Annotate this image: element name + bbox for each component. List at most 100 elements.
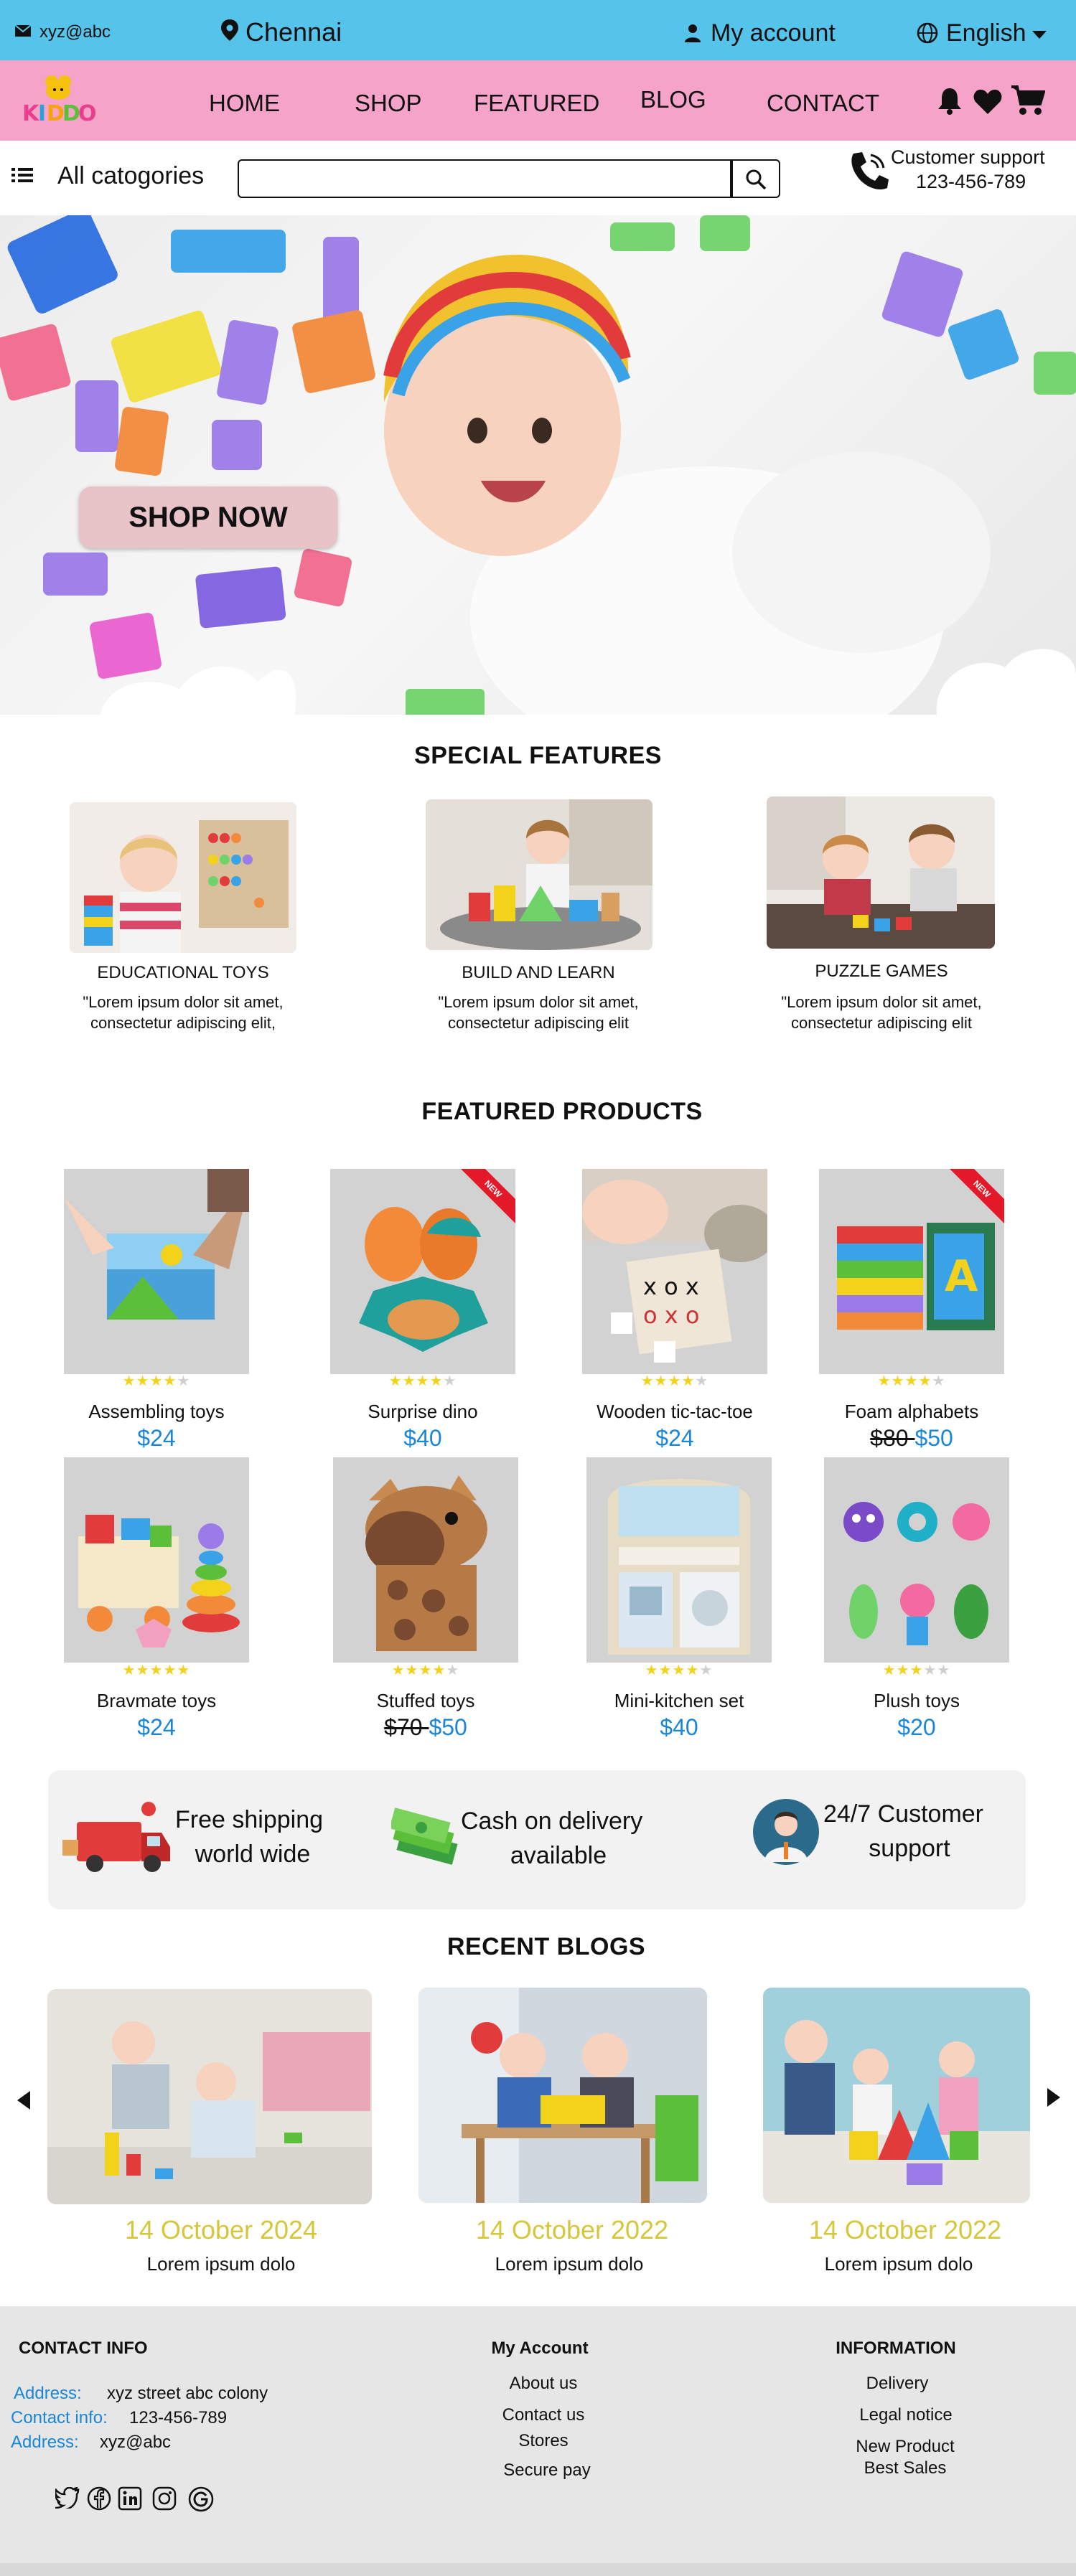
footer-link-new-product[interactable]: New Product xyxy=(833,2437,977,2457)
search-input[interactable] xyxy=(238,159,731,198)
my-account-link[interactable]: My account xyxy=(711,19,836,47)
star-icon: ★ xyxy=(418,1663,433,1678)
product-rating: ★★★★★ xyxy=(85,1661,228,1679)
star-icon: ★ xyxy=(122,1663,136,1678)
cart-icon[interactable] xyxy=(1011,85,1045,116)
nav-featured[interactable]: FEATURED xyxy=(474,90,599,117)
product-current-price: $24 xyxy=(137,1425,176,1451)
product-price: $24 xyxy=(49,1425,264,1452)
star-icon: ★ xyxy=(177,1373,191,1389)
blog-text-2[interactable]: Lorem ipsum dolo xyxy=(426,2253,713,2275)
blog-text-3[interactable]: Lorem ipsum dolo xyxy=(755,2253,1042,2275)
product-image-bravmate-toys[interactable] xyxy=(64,1457,249,1663)
star-icon: ★ xyxy=(896,1663,910,1678)
language-select[interactable]: English xyxy=(946,19,1026,47)
feature-desc-educational-line1: "Lorem ipsum dolor sit amet, xyxy=(83,993,284,1011)
support-agent-icon xyxy=(752,1797,820,1866)
product-image-wooden-tic-tac-toe[interactable]: x o xo x o xyxy=(582,1169,767,1374)
google-icon[interactable] xyxy=(188,2486,214,2512)
product-current-price: $24 xyxy=(655,1425,694,1451)
product-image-stuffed-toys[interactable] xyxy=(333,1457,518,1663)
footer-link-delivery[interactable]: Delivery xyxy=(825,2374,969,2394)
product-image-foam-alphabets[interactable]: A NEW xyxy=(819,1169,1004,1374)
phone-icon xyxy=(849,151,889,192)
facebook-icon[interactable] xyxy=(87,2486,111,2511)
product-name[interactable]: Assembling toys xyxy=(49,1401,264,1423)
star-icon: ★ xyxy=(672,1663,686,1678)
shop-now-button[interactable]: SHOP NOW xyxy=(79,486,337,548)
product-image-surprise-dino[interactable]: NEW xyxy=(330,1169,515,1374)
product-name[interactable]: Mini-kitchen set xyxy=(571,1690,787,1712)
bell-icon[interactable] xyxy=(936,86,963,115)
feature-desc-build-line1: "Lorem ipsum dolor sit amet, xyxy=(438,993,639,1011)
product-name[interactable]: Foam alphabets xyxy=(804,1401,1019,1423)
blog-image-1[interactable] xyxy=(47,1989,372,2204)
product-name[interactable]: Stuffed toys xyxy=(318,1690,533,1712)
customer-support-phone[interactable]: 123-456-789 xyxy=(916,171,1026,193)
menu-list-icon[interactable] xyxy=(11,166,33,184)
product-name[interactable]: Wooden tic-tac-toe xyxy=(567,1401,782,1423)
star-icon: ★ xyxy=(932,1373,946,1389)
product-rating: ★★★★★ xyxy=(845,1661,988,1679)
feature-image-build[interactable] xyxy=(426,799,652,950)
mail-icon xyxy=(14,24,32,37)
product-image-plush-toys[interactable] xyxy=(824,1457,1009,1663)
feature-image-educational[interactable] xyxy=(70,802,296,953)
nav-shop[interactable]: SHOP xyxy=(355,90,422,117)
kiddo-logo[interactable]: K I D D O xyxy=(20,72,98,129)
star-icon: ★ xyxy=(402,1373,416,1389)
heart-icon[interactable] xyxy=(973,89,1002,115)
nav-blog[interactable]: BLOG xyxy=(640,86,706,113)
star-icon: ★ xyxy=(446,1663,460,1678)
product-name[interactable]: Bravmate toys xyxy=(49,1690,264,1712)
carousel-prev-arrow-icon[interactable] xyxy=(16,2090,32,2111)
free-shipping-line1: Free shipping xyxy=(175,1806,324,1833)
email-link[interactable]: xyz@abc xyxy=(39,22,111,42)
svg-text:O: O xyxy=(78,101,97,126)
star-icon: ★ xyxy=(429,1373,444,1389)
cash-money-icon xyxy=(391,1808,460,1868)
star-icon: ★ xyxy=(654,1373,668,1389)
star-icon: ★ xyxy=(904,1373,919,1389)
footer-info-title: INFORMATION xyxy=(836,2338,956,2358)
feature-image-puzzle[interactable] xyxy=(767,796,995,949)
footer-link-stores[interactable]: Stores xyxy=(472,2431,615,2451)
blog-text-1[interactable]: Lorem ipsum dolo xyxy=(78,2253,365,2275)
twitter-icon[interactable] xyxy=(55,2487,80,2509)
nav-home[interactable]: HOME xyxy=(209,90,280,117)
linkedin-icon[interactable] xyxy=(118,2486,142,2511)
svg-text:x o x: x o x xyxy=(643,1273,699,1300)
footer-link-legal-notice[interactable]: Legal notice xyxy=(834,2405,978,2425)
all-categories-button[interactable]: All catogories xyxy=(57,162,204,190)
footer-link-secure-pay[interactable]: Secure pay xyxy=(475,2460,619,2481)
shop-now-label: SHOP NOW xyxy=(128,502,288,533)
svg-text:A: A xyxy=(945,1251,978,1302)
feature-desc-puzzle-line2: consectetur adipiscing elit xyxy=(791,1014,972,1032)
product-image-assembling-toys[interactable] xyxy=(64,1169,249,1374)
star-icon: ★ xyxy=(416,1373,430,1389)
feature-title-build: BUILD AND LEARN xyxy=(462,963,615,982)
instagram-icon[interactable] xyxy=(152,2486,177,2511)
footer: CONTACT INFO Address: xyz street abc col… xyxy=(0,2306,1076,2576)
star-icon: ★ xyxy=(695,1373,709,1389)
free-shipping-line2: world wide xyxy=(195,1841,311,1868)
footer-link-best-sales[interactable]: Best Sales xyxy=(833,2458,977,2478)
footer-email-value[interactable]: xyz@abc xyxy=(100,2432,171,2453)
product-price: $40 xyxy=(571,1714,787,1741)
product-price: $80 $50 xyxy=(804,1425,1019,1452)
product-image-mini-kitchen-set[interactable] xyxy=(586,1457,772,1663)
search-button[interactable] xyxy=(731,159,780,198)
footer-link-contact-us[interactable]: Contact us xyxy=(472,2405,615,2425)
nav-contact[interactable]: CONTACT xyxy=(767,90,879,117)
blog-image-2[interactable] xyxy=(418,1988,707,2203)
carousel-next-arrow-icon[interactable] xyxy=(1046,2087,1062,2108)
blog-image-3[interactable] xyxy=(763,1988,1030,2203)
product-price: $70 $50 xyxy=(318,1714,533,1741)
location-text[interactable]: Chennai xyxy=(245,17,342,47)
star-icon: ★ xyxy=(937,1663,951,1678)
product-name[interactable]: Surprise dino xyxy=(315,1401,530,1423)
product-name[interactable]: Plush toys xyxy=(809,1690,1024,1712)
chevron-down-icon[interactable] xyxy=(1031,30,1047,40)
footer-contact-value[interactable]: 123-456-789 xyxy=(129,2408,227,2428)
footer-link-about-us[interactable]: About us xyxy=(472,2374,615,2394)
